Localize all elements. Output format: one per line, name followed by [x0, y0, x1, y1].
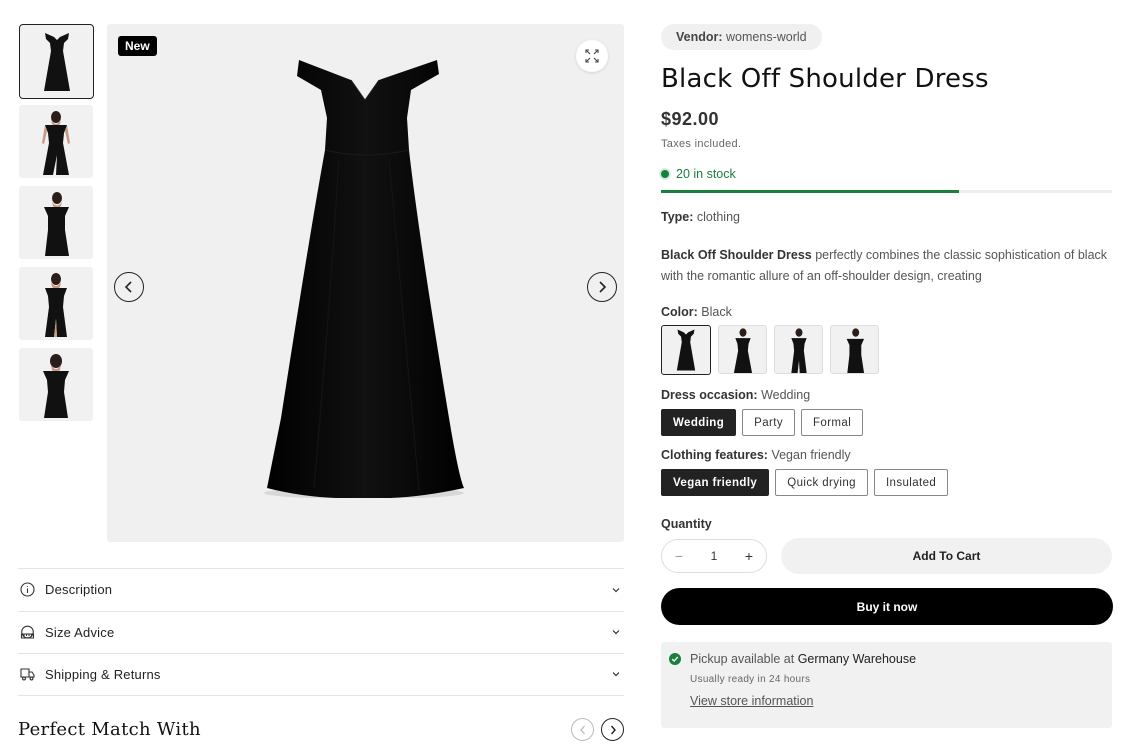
- stock-text: 20 in stock: [676, 167, 736, 181]
- product-type: Type: clothing: [661, 210, 1113, 224]
- model-dress-thumb: [733, 327, 752, 373]
- occasion-option[interactable]: Formal: [800, 409, 864, 436]
- chevron-left-icon: [579, 725, 585, 734]
- accordion-shipping-returns[interactable]: Shipping & Returns: [18, 653, 624, 696]
- product-info-accordion: Description Size Advice Shipping & Retur…: [18, 568, 624, 696]
- pickup-prefix: Pickup available at: [690, 652, 798, 666]
- stock-status: 20 in stock: [661, 167, 1113, 181]
- color-option-label: Color: Black: [661, 305, 1113, 319]
- features-value: Vegan friendly: [771, 448, 851, 462]
- feature-option[interactable]: Insulated: [873, 469, 949, 496]
- description-bold: Black Off Shoulder Dress: [661, 248, 812, 262]
- thumbnail-1[interactable]: [19, 24, 94, 99]
- model-dress-thumb: [44, 191, 69, 256]
- add-to-cart-button[interactable]: Add To Cart: [781, 538, 1112, 574]
- chevron-right-icon: [599, 281, 607, 293]
- model-dress-thumb: [846, 327, 864, 373]
- color-swatches: [661, 325, 1113, 375]
- chevron-right-icon: [610, 725, 616, 734]
- model-dress-thumb: [43, 353, 69, 418]
- vendor-label: Vendor:: [676, 30, 723, 44]
- stock-progress-fill: [661, 190, 959, 193]
- view-store-information-link[interactable]: View store information: [690, 694, 813, 708]
- type-label: Type:: [661, 210, 694, 224]
- pickup-status: Pickup available at Germany Warehouse: [669, 652, 1104, 666]
- accordion-description[interactable]: Description: [18, 568, 624, 611]
- product-description: Black Off Shoulder Dress perfectly combi…: [661, 245, 1113, 287]
- quantity-increase-button[interactable]: +: [742, 548, 756, 564]
- model-dress-thumb: [45, 272, 67, 337]
- features-label: Clothing features:: [661, 448, 768, 462]
- occasion-label: Dress occasion:: [661, 388, 758, 402]
- features-option-label: Clothing features: Vegan friendly: [661, 448, 1113, 462]
- accordion-size-advice[interactable]: Size Advice: [18, 610, 624, 654]
- color-swatch-4[interactable]: [830, 325, 879, 374]
- occasion-option[interactable]: Wedding: [661, 409, 737, 436]
- dress-image: [264, 60, 464, 498]
- product-title: Black Off Shoulder Dress: [661, 64, 989, 94]
- stock-dot-icon: [661, 170, 669, 178]
- previous-image-button[interactable]: [114, 272, 144, 302]
- chevron-down-icon: [612, 672, 620, 677]
- accordion-label: Size Advice: [45, 624, 115, 640]
- ruler-icon: [20, 625, 35, 640]
- color-swatch-3[interactable]: [774, 325, 823, 374]
- chevron-down-icon: [612, 630, 620, 635]
- feature-option[interactable]: Vegan friendly: [661, 469, 770, 496]
- accordion-label: Description: [45, 582, 113, 598]
- color-value: Black: [701, 305, 732, 319]
- pickup-availability: Pickup available at Germany Warehouse Us…: [661, 642, 1112, 728]
- main-product-image[interactable]: New: [107, 24, 624, 542]
- truck-icon: [20, 667, 35, 682]
- stock-progress-bar: [661, 190, 1112, 193]
- purchase-row: − 1 + Add To Cart: [661, 538, 1113, 574]
- perfect-match-title: Perfect Match With: [18, 719, 201, 740]
- info-icon: [20, 582, 35, 597]
- chevron-left-icon: [124, 281, 132, 293]
- thumbnail-list: [19, 24, 94, 429]
- check-circle-icon: [669, 653, 681, 665]
- perfect-match-next-button[interactable]: [601, 718, 624, 741]
- taxes-note: Taxes included.: [661, 138, 742, 150]
- occasion-option-label: Dress occasion: Wedding: [661, 388, 1113, 402]
- dress-front-thumb: [43, 32, 70, 91]
- color-swatch-2[interactable]: [718, 325, 767, 374]
- quantity-label: Quantity: [661, 517, 712, 531]
- thumbnail-3[interactable]: [19, 186, 93, 259]
- color-swatch-1[interactable]: [661, 325, 711, 375]
- quantity-input[interactable]: 1: [711, 549, 718, 563]
- occasion-value: Wedding: [761, 388, 811, 402]
- thumbnail-4[interactable]: [19, 267, 93, 340]
- features-options: Vegan friendly Quick drying Insulated: [661, 469, 1113, 496]
- occasion-options: Wedding Party Formal: [661, 409, 1113, 436]
- product-details: Vendor: womens-world Black Off Shoulder …: [661, 24, 1113, 728]
- chevron-down-icon: [612, 587, 620, 593]
- color-label: Color:: [661, 305, 698, 319]
- expand-button[interactable]: [576, 40, 608, 72]
- model-dress-thumb: [790, 327, 807, 373]
- quantity-decrease-button[interactable]: −: [672, 548, 686, 564]
- feature-option[interactable]: Quick drying: [775, 469, 868, 496]
- new-badge: New: [118, 36, 157, 56]
- pickup-location: Germany Warehouse: [797, 652, 917, 666]
- buy-now-button[interactable]: Buy it now: [661, 588, 1113, 625]
- occasion-option[interactable]: Party: [742, 409, 795, 436]
- next-image-button[interactable]: [587, 272, 617, 302]
- type-value: clothing: [696, 210, 740, 224]
- perfect-match-prev-button[interactable]: [571, 718, 594, 741]
- vendor-badge[interactable]: Vendor: womens-world: [661, 24, 822, 50]
- thumbnail-2[interactable]: [19, 105, 93, 178]
- model-dress-thumb: [42, 110, 70, 175]
- accordion-label: Shipping & Returns: [45, 666, 161, 682]
- product-price: $92.00: [661, 109, 720, 129]
- quantity-stepper[interactable]: − 1 +: [661, 539, 767, 573]
- pickup-ready-time: Usually ready in 24 hours: [690, 674, 811, 685]
- vendor-value: womens-world: [726, 30, 807, 44]
- thumbnail-5[interactable]: [19, 348, 93, 421]
- perfect-match-nav: [571, 718, 624, 741]
- dress-front-thumb: [676, 329, 696, 371]
- expand-icon: [585, 49, 599, 63]
